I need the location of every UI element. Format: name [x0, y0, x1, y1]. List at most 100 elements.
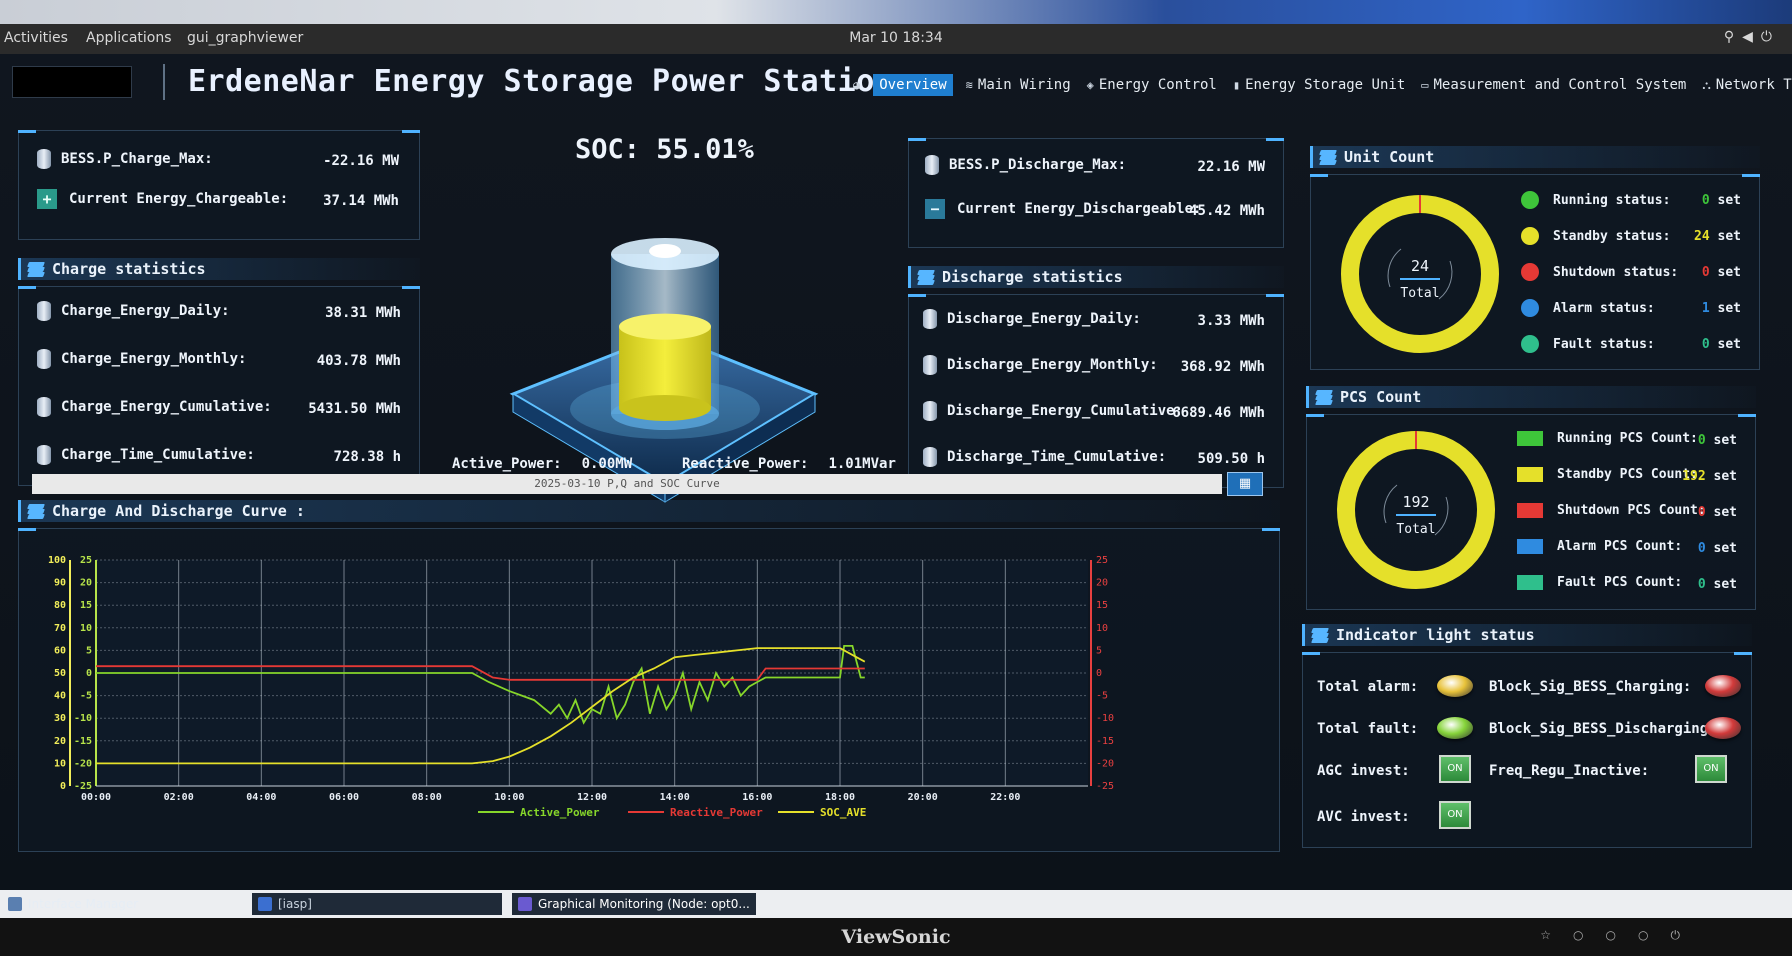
x-tick-label: 16:00 [742, 792, 772, 803]
total-alarm-label: Total alarm: [1317, 679, 1419, 695]
unit-count-donut: 24 Total [1341, 195, 1499, 353]
value-number: 0 [1697, 505, 1706, 520]
taskbar-item-interface-manager[interactable]: Interface Manager [2, 893, 246, 915]
y-right-tick-label: -25 [1096, 781, 1114, 792]
value-number: 24 [1694, 229, 1710, 244]
pcs-status-row: Alarm PCS Count: [1517, 539, 1682, 554]
value-unit: set [1709, 265, 1742, 280]
stat-value: 38.31 MWh [281, 305, 401, 321]
stat-row: Charge_Time_Cumulative: [37, 445, 255, 465]
stat-label: Discharge_Energy_Daily: [947, 311, 1141, 327]
value-number: 37.14 [323, 193, 366, 209]
x-tick-label: 20:00 [908, 792, 938, 803]
tab-energy-storage-unit[interactable]: ▮ Energy Storage Unit [1230, 75, 1408, 95]
tab-label: Energy Control [1098, 77, 1217, 93]
stat-value: 3.33 MWh [1145, 313, 1265, 329]
soc-value: 55.01% [656, 134, 754, 165]
x-tick-label: 04:00 [246, 792, 276, 803]
agc-on-toggle[interactable]: ON [1439, 755, 1471, 783]
section-title: Charge statistics [52, 260, 206, 278]
taskbar-item-iasp[interactable]: [iasp] [252, 893, 502, 915]
chargeable-value: 37.14 MWh [299, 193, 399, 209]
tab-overview[interactable]: Overview [873, 74, 953, 96]
x-tick-label: 18:00 [825, 792, 855, 803]
freq-regu-label: Freq_Regu_Inactive: [1489, 763, 1650, 779]
value-number: 368.92 [1180, 359, 1232, 375]
unit-status-color-marker [1521, 335, 1539, 353]
unit-status-value: 1 set [1681, 301, 1741, 316]
battery-icon: ▮ [1232, 78, 1241, 92]
y-right-tick-label: -10 [1096, 713, 1114, 724]
chargeable-label: Current Energy_Chargeable: [69, 191, 289, 207]
unit-status-label: Standby status: [1553, 228, 1671, 244]
unit-status-label: Fault status: [1553, 336, 1655, 352]
stat-row: Discharge_Time_Cumulative: [923, 447, 1166, 467]
window-taskbar: Interface Manager [iasp] Graphical Monit… [0, 890, 1792, 918]
pcs-status-label: Alarm PCS Count: [1557, 539, 1683, 554]
charge-max-value: -22.16 MW [299, 153, 399, 169]
layers-icon: ◈ [1086, 78, 1094, 92]
soc-label: SOC: [575, 134, 641, 165]
tab-network-topology[interactable]: ⛬ Network Topology [1699, 75, 1792, 95]
value-number: 45.42 [1189, 203, 1232, 219]
unit-status-row: Alarm status: [1521, 299, 1655, 317]
y-power-tick-label: -25 [74, 781, 92, 792]
value-unit: h [1256, 451, 1265, 467]
button-dot-icon: ○ [1638, 928, 1671, 942]
value-unit: MWh [1239, 405, 1265, 421]
section-title: Discharge statistics [942, 268, 1123, 286]
pcs-status-value: 0 set [1677, 541, 1737, 556]
tab-label: Main Wiring [977, 77, 1071, 93]
reactive-power-value: 1.01MVar [828, 456, 896, 472]
donut-total-value: 24 [1411, 257, 1429, 275]
pcs-count-title: PCS Count [1315, 388, 1421, 406]
y-soc-tick-label: 90 [54, 578, 66, 589]
minus-box-icon: − [925, 199, 945, 219]
layers-icon [27, 262, 45, 277]
plus-box-icon: + [37, 189, 57, 209]
x-tick-label: 00:00 [81, 792, 111, 803]
indicator-panel: Total alarm: Total fault: AGC invest: ON… [1302, 652, 1752, 848]
value-number: 38.31 [325, 305, 368, 321]
value-number: 0 [1701, 337, 1710, 352]
pcs-status-value: 0 set [1677, 433, 1737, 448]
block-charging-label: Block_Sig_BESS_Charging: [1489, 679, 1692, 695]
pcs-status-value: 0 set [1677, 505, 1737, 520]
unit-status-value: 0 set [1681, 193, 1741, 208]
value-unit: MWh [1239, 359, 1265, 375]
y-soc-tick-label: 60 [54, 645, 66, 656]
value-number: 0 [1697, 541, 1706, 556]
y-right-tick-label: 15 [1096, 600, 1108, 611]
battery-cylinder-icon [37, 397, 51, 417]
dischargeable-value: 45.42 MWh [1145, 203, 1265, 219]
calendar-button[interactable]: ▦ [1227, 472, 1263, 496]
taskbar-item-graphical-monitoring[interactable]: Graphical Monitoring (Node: opt0... [512, 893, 756, 915]
stat-label: Charge_Energy_Daily: [61, 303, 230, 319]
tab-main-wiring[interactable]: ≋ Main Wiring [963, 75, 1074, 95]
pcs-status-value: 0 set [1677, 577, 1737, 592]
pcs-status-row: Standby PCS Count: [1517, 467, 1698, 482]
unit-status-row: Standby status: [1521, 227, 1670, 245]
avc-on-toggle[interactable]: ON [1439, 801, 1471, 829]
pcs-status-value: 192 set [1677, 469, 1737, 484]
tab-label: Network Topology [1715, 77, 1792, 93]
value-unit: set [1705, 577, 1738, 592]
unit-status-label: Shutdown status: [1553, 264, 1679, 280]
y-power-tick-label: 20 [80, 578, 92, 589]
y-power-tick-label: 5 [86, 645, 92, 656]
block-discharging-label: Block_Sig_BESS_Discharging: [1489, 721, 1717, 737]
tab-energy-control[interactable]: ◈ Energy Control [1084, 75, 1220, 95]
task-label: [iasp] [278, 897, 312, 911]
stat-label: Charge_Time_Cumulative: [61, 447, 255, 463]
x-tick-label: 12:00 [577, 792, 607, 803]
value-unit: MWh [373, 193, 399, 209]
battery-cylinder-icon [925, 155, 939, 175]
stat-row: Charge_Energy_Cumulative: [37, 397, 272, 417]
clock[interactable]: Mar 10 18:34 [0, 30, 1792, 46]
value-number: 0 [1697, 433, 1706, 448]
tab-measurement-control[interactable]: ▭ Measurement and Control System [1418, 75, 1689, 95]
monitor-icon: ▭ [1421, 78, 1429, 92]
system-tray[interactable]: ⚲◀⏻ [1724, 29, 1780, 45]
freq-regu-on-toggle[interactable]: ON [1695, 755, 1727, 783]
donut-inner-arc [1387, 248, 1402, 288]
